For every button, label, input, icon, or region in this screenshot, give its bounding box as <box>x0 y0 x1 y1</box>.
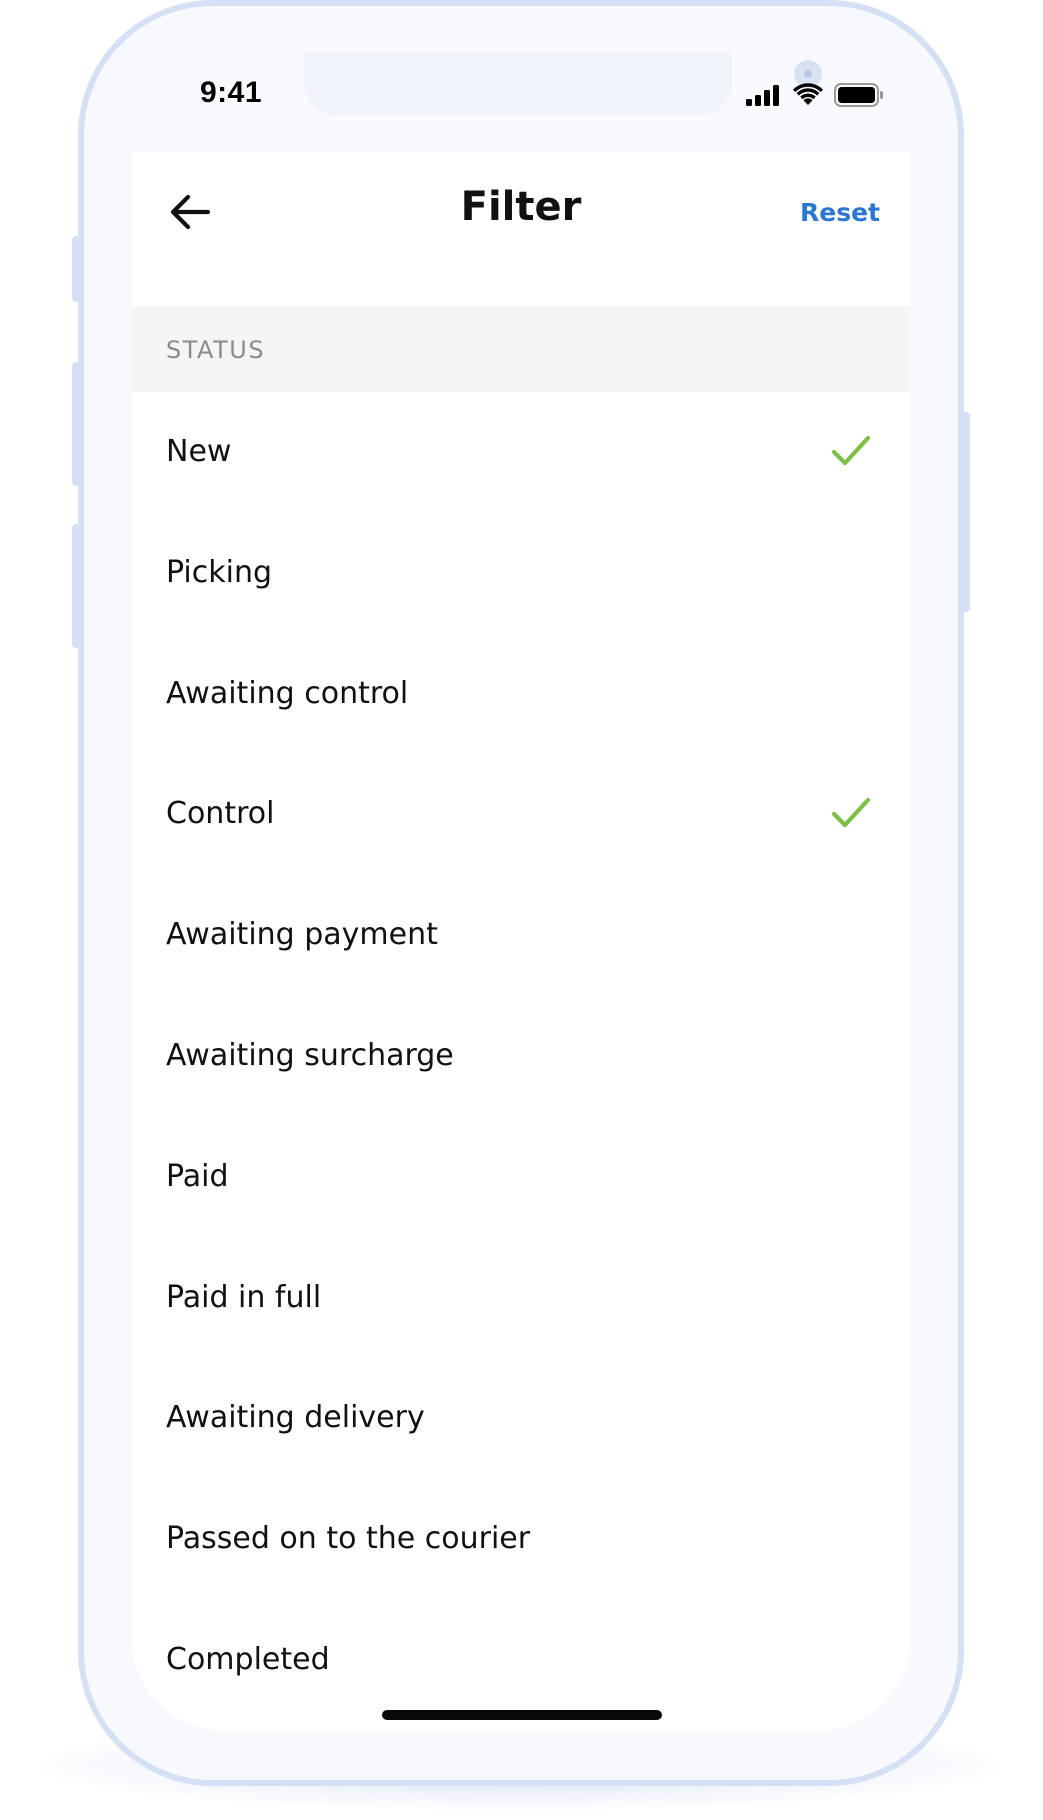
status-option-label: Completed <box>166 1641 330 1677</box>
nav-bar: Filter Reset <box>132 152 910 306</box>
status-option-label: Control <box>166 796 275 832</box>
wifi-icon <box>793 83 823 105</box>
status-option-label: Picking <box>166 554 273 590</box>
status-time: 9:41 <box>200 76 263 109</box>
volume-down-button <box>72 524 82 648</box>
battery-icon <box>834 83 883 107</box>
mute-switch <box>72 236 82 302</box>
status-option[interactable]: Awaiting control <box>132 634 910 755</box>
status-option-label: Awaiting surcharge <box>166 1037 454 1073</box>
status-option[interactable]: Awaiting payment <box>132 875 910 996</box>
status-bar: 9:41 <box>132 52 910 152</box>
status-option-label: Awaiting delivery <box>166 1400 425 1436</box>
status-option-label: New <box>166 434 232 469</box>
status-option[interactable]: New <box>132 392 910 513</box>
reset-button[interactable]: Reset <box>800 198 880 227</box>
checkmark-icon <box>831 798 871 828</box>
status-option[interactable]: Awaiting delivery <box>132 1358 910 1479</box>
status-option-label: Paid <box>166 1158 229 1194</box>
status-option[interactable]: Awaiting surcharge <box>132 996 910 1117</box>
status-option[interactable]: Completed <box>132 1600 910 1721</box>
notch <box>304 52 822 116</box>
status-option[interactable]: Control <box>132 754 910 875</box>
status-option-label: Awaiting payment <box>166 917 438 953</box>
cellular-signal-icon <box>746 85 779 106</box>
power-button <box>960 412 970 612</box>
volume-up-button <box>72 362 82 486</box>
status-option-label: Paid in full <box>166 1279 322 1315</box>
status-icons <box>746 82 884 108</box>
section-header-label: STATUS <box>166 336 266 364</box>
home-indicator[interactable] <box>382 1710 662 1720</box>
status-option-label: Passed on to the courier <box>166 1521 531 1557</box>
status-option[interactable]: Paid <box>132 1117 910 1238</box>
status-option[interactable]: Passed on to the courier <box>132 1479 910 1600</box>
status-option[interactable]: Paid in full <box>132 1238 910 1359</box>
phone-screen: 9:41 Filter Reset STATUS New Picking Awa… <box>132 52 910 1730</box>
checkmark-icon <box>831 435 871 466</box>
section-header-status: STATUS <box>132 306 910 392</box>
status-option[interactable]: Cancellation <box>132 1721 910 1730</box>
page-title: Filter <box>460 184 582 230</box>
status-option[interactable]: Picking <box>132 513 910 634</box>
status-option-label: Awaiting control <box>166 675 409 711</box>
status-list: New Picking Awaiting control Control Awaitin… <box>132 392 910 1730</box>
